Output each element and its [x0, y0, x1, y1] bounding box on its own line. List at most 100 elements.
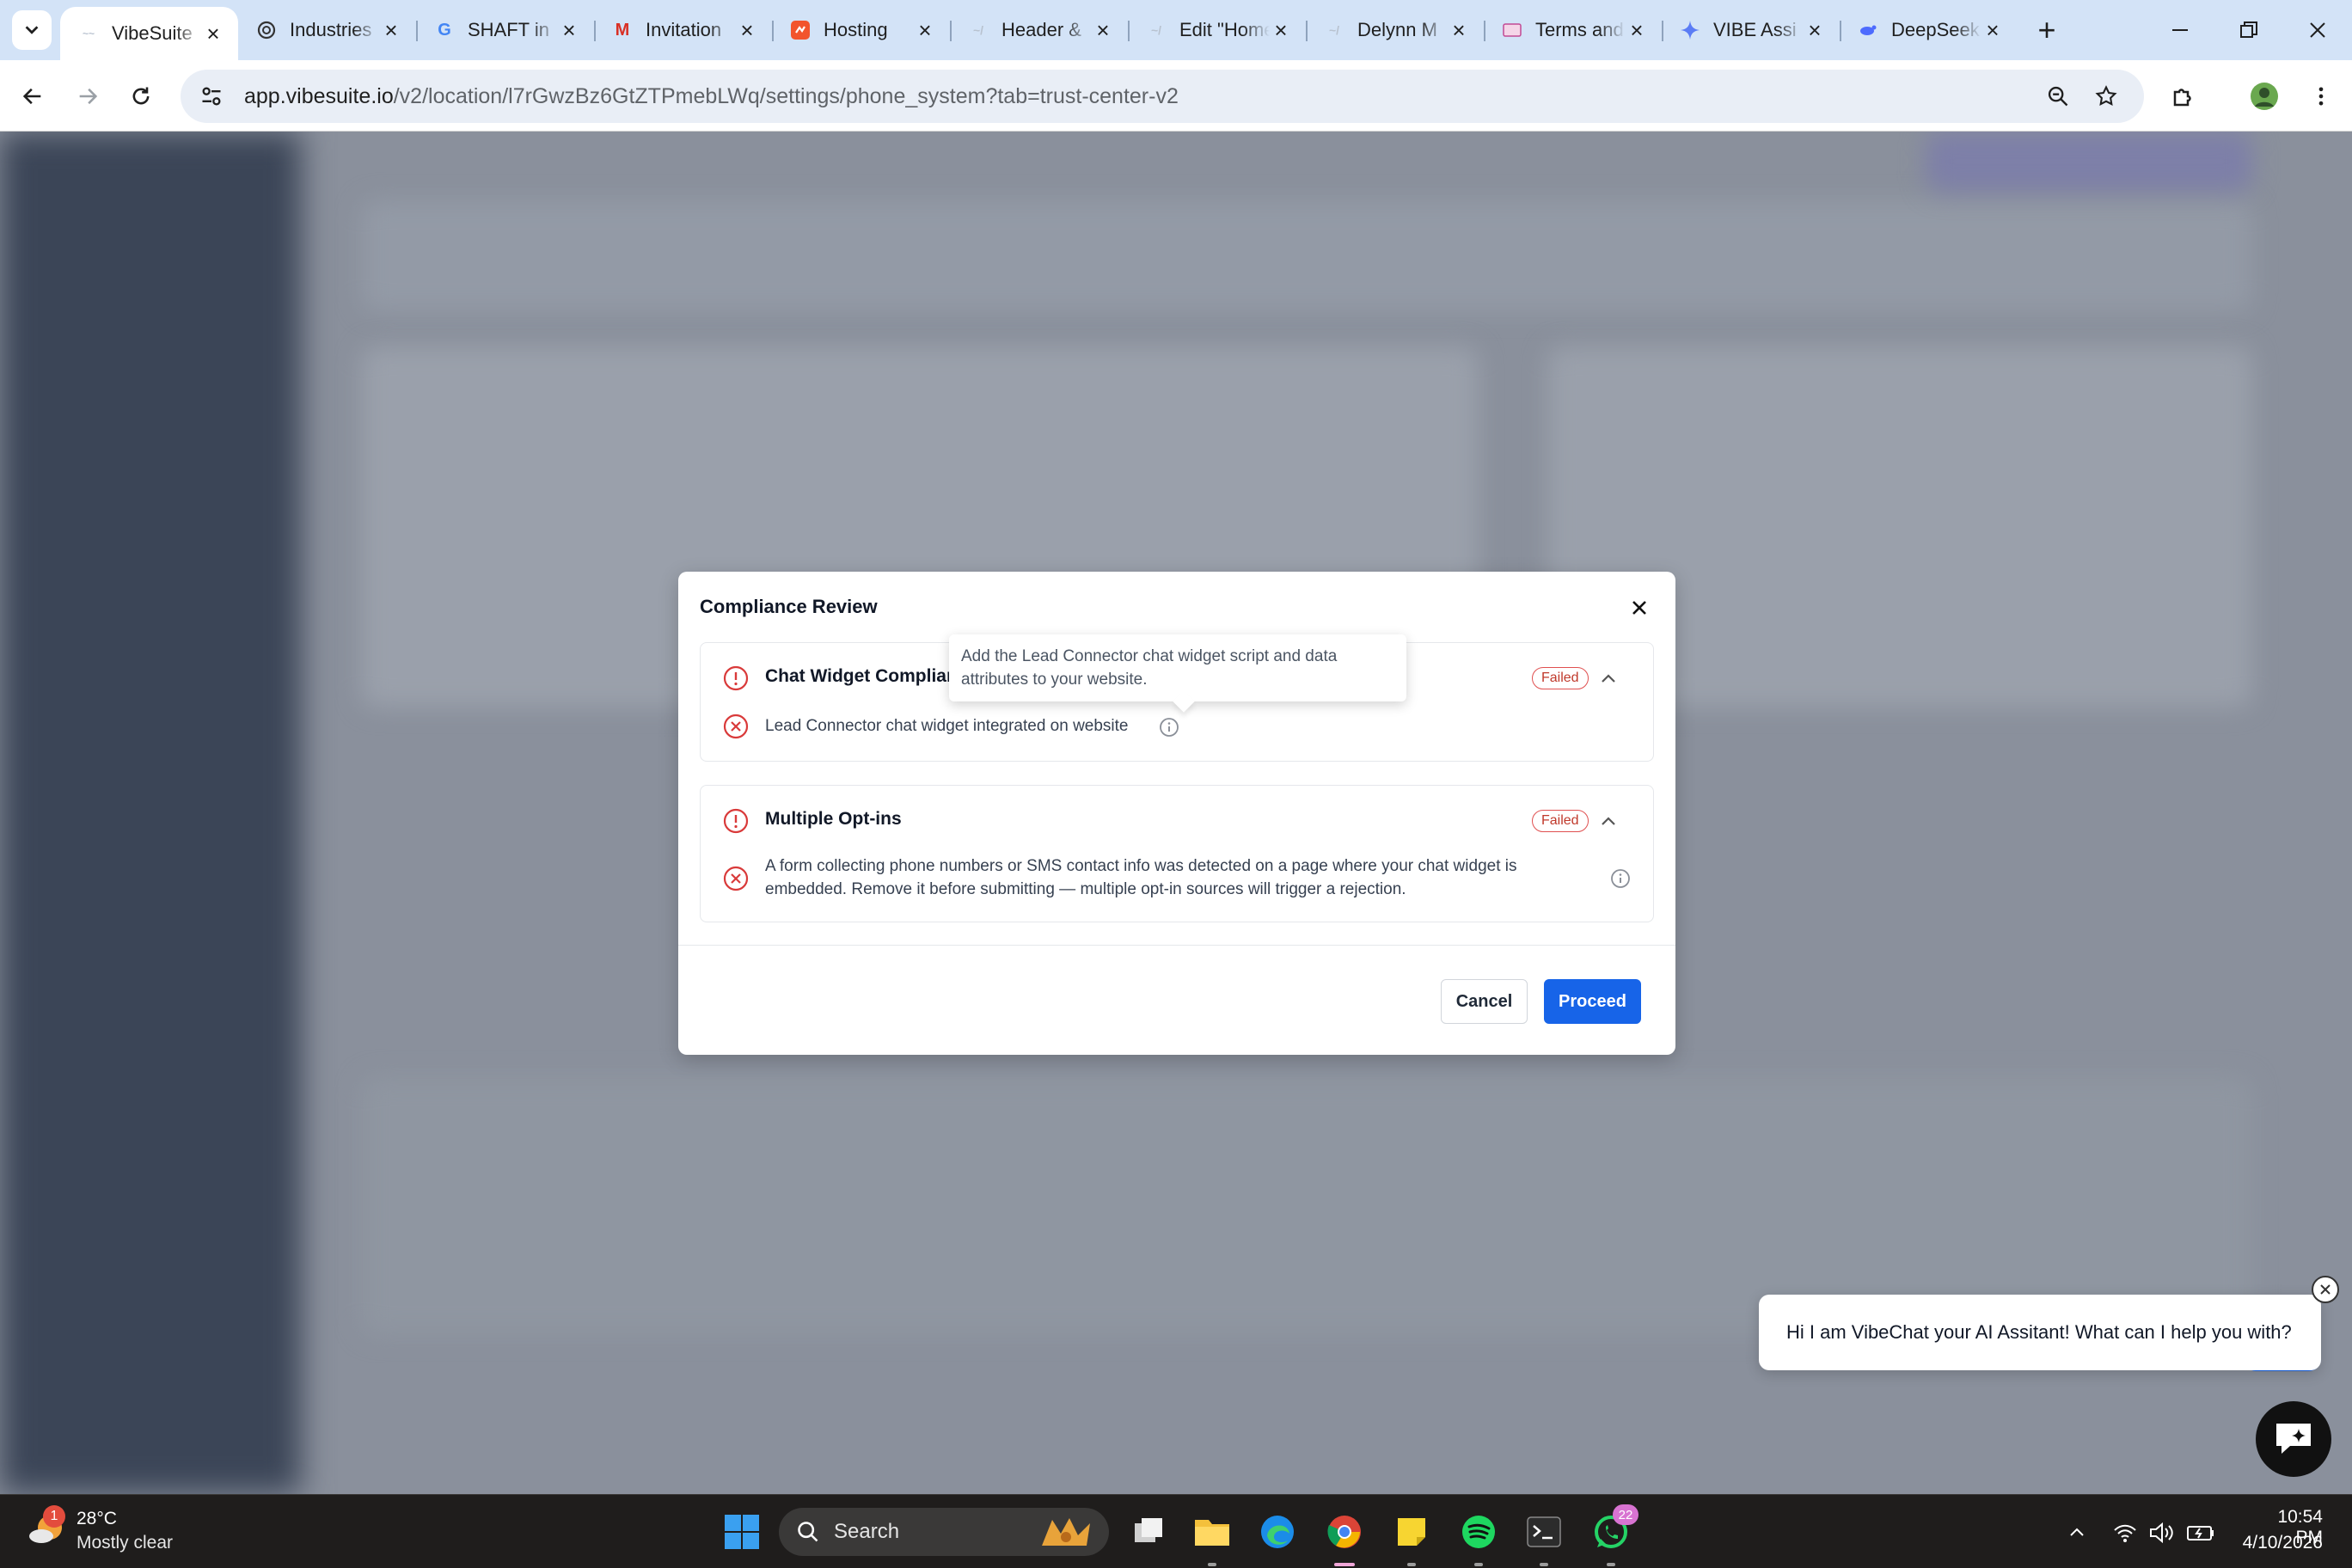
close-icon[interactable]: × [380, 17, 402, 43]
tab-search-button[interactable] [12, 10, 52, 50]
close-icon[interactable]: × [558, 17, 580, 43]
close-icon[interactable]: × [1981, 17, 2004, 43]
forward-button[interactable] [67, 76, 108, 117]
close-icon[interactable]: × [1092, 17, 1114, 43]
taskbar-chrome[interactable] [1322, 1510, 1367, 1566]
wifi-icon [2114, 1524, 2136, 1542]
restore-button[interactable] [2223, 12, 2275, 48]
close-window-button[interactable] [2292, 12, 2343, 48]
close-icon[interactable]: × [1626, 17, 1648, 43]
taskbar-file-explorer[interactable] [1190, 1510, 1234, 1566]
taskbar-sticky-notes[interactable] [1389, 1510, 1434, 1566]
tab-delynn[interactable]: ~/ Delynn M × [1306, 0, 1484, 60]
extensions-button[interactable] [2163, 76, 2204, 117]
clock-date[interactable]: 4/10/2026 [2237, 1533, 2323, 1553]
status-badge: Failed [1532, 810, 1589, 832]
tab-deepseek[interactable]: DeepSeek × [1840, 0, 2018, 60]
taskbar-spotify[interactable] [1456, 1510, 1501, 1566]
minimize-icon [2172, 29, 2188, 31]
taskbar-search[interactable]: Search [779, 1508, 1109, 1556]
collapse-toggle[interactable] [1597, 668, 1620, 690]
weather-notification-badge: 1 [43, 1505, 65, 1528]
reload-icon [132, 87, 150, 105]
restore-icon [2240, 21, 2257, 38]
site-info-button[interactable] [193, 77, 230, 115]
browser-menu-button[interactable] [2300, 76, 2342, 117]
info-tooltip: Add the Lead Connector chat widget scrip… [949, 634, 1406, 701]
edge-icon [1261, 1516, 1294, 1548]
minimize-button[interactable] [2154, 12, 2206, 48]
avatar-icon [2251, 83, 2278, 110]
taskbar-edge[interactable] [1255, 1510, 1300, 1554]
info-icon[interactable] [1610, 868, 1631, 889]
terminal-icon [1527, 1516, 1561, 1547]
close-icon[interactable]: × [736, 17, 758, 43]
tab-invitation[interactable]: M Invitation × [594, 0, 772, 60]
weather-description[interactable]: Mostly clear [77, 1533, 173, 1553]
chat-dismiss-button[interactable] [2312, 1276, 2339, 1303]
sparkle-icon [1679, 19, 1701, 41]
chat-launcher-button[interactable] [2256, 1401, 2331, 1477]
close-icon[interactable]: × [202, 21, 224, 46]
taskbar-task-view[interactable] [1126, 1510, 1171, 1554]
weather-temperature[interactable]: 28°C [77, 1509, 117, 1529]
close-icon[interactable]: × [1448, 17, 1470, 43]
star-icon [2095, 85, 2117, 106]
running-indicator [1407, 1563, 1416, 1566]
tab-terms[interactable]: Terms and × [1484, 0, 1662, 60]
puzzle-icon [2173, 89, 2191, 107]
chat-greeting-bubble[interactable]: Hi I am VibeChat your AI Assitant! What … [1759, 1295, 2321, 1370]
google-favicon-icon: G [438, 20, 451, 40]
tab-industries[interactable]: Industries × [238, 0, 416, 60]
reload-button[interactable] [120, 76, 162, 117]
chat-icon [2276, 1424, 2311, 1454]
tray-battery[interactable] [2184, 1516, 2218, 1550]
active-indicator [1334, 1563, 1355, 1566]
collapse-toggle[interactable] [1597, 811, 1620, 833]
task-view-icon [1135, 1518, 1162, 1542]
tab-title: VIBE Assi [1713, 19, 1797, 40]
tab-vibe-assistant[interactable]: VIBE Assi × [1662, 0, 1840, 60]
tab-edit-home[interactable]: ~/ Edit "Home × [1128, 0, 1306, 60]
cancel-button[interactable]: Cancel [1441, 979, 1528, 1024]
modal-close-button[interactable] [1626, 594, 1653, 622]
tray-overflow-button[interactable] [2060, 1516, 2094, 1550]
taskbar-terminal[interactable] [1522, 1510, 1566, 1566]
bookmark-button[interactable] [2087, 77, 2125, 115]
tooltip-line: attributes to your website. [961, 671, 1148, 689]
url-path: /v2/location/l7rGwzBz6GtZTPmebLWq/settin… [393, 83, 1179, 108]
zoom-button[interactable] [2039, 77, 2077, 115]
compliance-section-multiple-opt-ins: Multiple Opt-ins Failed A form collectin… [700, 785, 1654, 922]
tab-vibesuite[interactable]: ~~ VibeSuite × [60, 7, 238, 60]
chevron-up-icon [1602, 817, 1615, 825]
vibesuite-favicon-icon: ~/ [1150, 23, 1162, 37]
close-icon[interactable]: × [1270, 17, 1292, 43]
tab-hosting[interactable]: Hosting × [772, 0, 950, 60]
windows-start-icon[interactable] [722, 1512, 762, 1552]
tab-shaft[interactable]: G SHAFT in × [416, 0, 594, 60]
profile-avatar[interactable] [2244, 76, 2285, 117]
tab-list: ~~ VibeSuite × Industries × G SHAFT in ×… [60, 0, 2018, 60]
chevron-up-icon [2070, 1528, 2084, 1536]
tab-header[interactable]: ~/ Header & × [950, 0, 1128, 60]
info-icon[interactable] [1159, 717, 1179, 738]
address-bar[interactable]: app.vibesuite.io/v2/location/l7rGwzBz6Gt… [181, 70, 2144, 123]
tab-title: Delynn M [1357, 19, 1437, 40]
taskbar-whatsapp[interactable]: 22 [1589, 1504, 1638, 1566]
back-button[interactable] [12, 76, 53, 117]
search-icon [798, 1522, 818, 1542]
section-header[interactable]: Multiple Opt-ins Failed [701, 786, 1653, 851]
proceed-button[interactable]: Proceed [1544, 979, 1641, 1024]
arrow-right-icon [79, 88, 98, 105]
tune-icon [202, 87, 221, 106]
tray-wifi[interactable] [2108, 1516, 2142, 1550]
new-tab-button[interactable]: + [2029, 12, 2065, 48]
close-icon[interactable]: × [1804, 17, 1826, 43]
zoom-icon [2048, 86, 2068, 107]
tooltip-line: Add the Lead Connector chat widget scrip… [961, 647, 1338, 665]
close-icon [2310, 22, 2325, 38]
notification-badge: 22 [1613, 1504, 1638, 1525]
close-icon[interactable]: × [914, 17, 936, 43]
arrow-left-icon [22, 88, 41, 105]
tray-volume[interactable] [2144, 1516, 2178, 1550]
